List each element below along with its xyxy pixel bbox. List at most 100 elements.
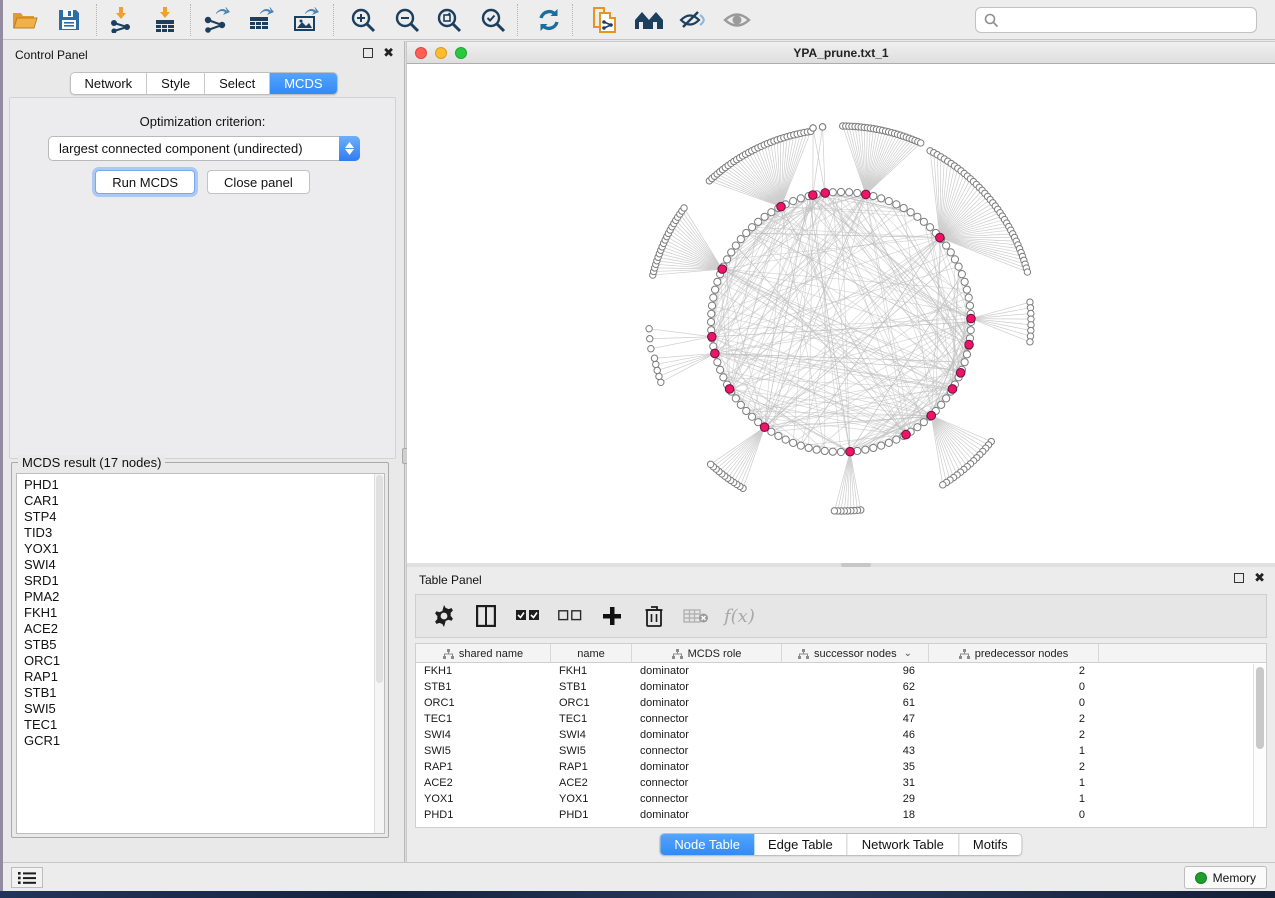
table-cell[interactable]: dominator (632, 809, 782, 821)
table-cell[interactable]: YOX1 (551, 793, 632, 805)
table-cell[interactable]: SWI4 (551, 729, 632, 741)
table-cell[interactable]: 2 (929, 713, 1099, 725)
close-panel-icon[interactable]: ✖ (1254, 573, 1265, 583)
table-row[interactable]: STB1STB1dominator620 (416, 679, 1266, 695)
table-row[interactable]: TEC1TEC1connector472 (416, 711, 1266, 727)
table-cell[interactable]: 18 (782, 809, 929, 821)
column-header-predecessor-nodes[interactable]: predecessor nodes (929, 644, 1099, 663)
export-image-icon[interactable] (287, 4, 325, 36)
list-item[interactable]: STP4 (24, 509, 384, 525)
zoom-out-icon[interactable] (388, 4, 426, 36)
table-row[interactable]: SWI4SWI4dominator462 (416, 727, 1266, 743)
float-panel-icon[interactable] (1234, 573, 1244, 583)
table-cell[interactable]: 0 (929, 809, 1099, 821)
memory-button[interactable]: Memory (1184, 866, 1267, 889)
window-minimize-icon[interactable] (435, 47, 447, 59)
task-history-button[interactable] (11, 867, 43, 888)
network-graph[interactable] (407, 64, 1275, 563)
search-box[interactable] (975, 7, 1257, 33)
window-close-icon[interactable] (415, 47, 427, 59)
settings-gear-icon[interactable] (430, 602, 458, 630)
table-cell[interactable]: 62 (782, 681, 929, 693)
import-network-icon[interactable] (102, 4, 140, 36)
add-column-icon[interactable] (598, 602, 626, 630)
table-cell[interactable]: 31 (782, 777, 929, 789)
table-cell[interactable]: FKH1 (551, 665, 632, 677)
export-network-icon[interactable] (197, 4, 235, 36)
function-builder-icon[interactable]: f(x) (724, 606, 755, 627)
unselect-all-icon[interactable] (556, 602, 584, 630)
column-header-shared-name[interactable]: shared name (416, 644, 551, 663)
export-table-icon[interactable] (242, 4, 280, 36)
list-item[interactable]: SWI4 (24, 557, 384, 573)
table-cell[interactable]: 1 (929, 793, 1099, 805)
table-cell[interactable]: 46 (782, 729, 929, 741)
tab-select[interactable]: Select (205, 73, 270, 94)
list-item[interactable]: ORC1 (24, 653, 384, 669)
table-cell[interactable]: dominator (632, 665, 782, 677)
table-cell[interactable]: dominator (632, 761, 782, 773)
refresh-icon[interactable] (530, 4, 568, 36)
table-cell[interactable]: 61 (782, 697, 929, 709)
table-cell[interactable]: dominator (632, 697, 782, 709)
table-row[interactable]: SWI5SWI5connector431 (416, 743, 1266, 759)
table-cell[interactable]: 0 (929, 697, 1099, 709)
import-table-icon[interactable] (146, 4, 184, 36)
table-cell[interactable]: ACE2 (551, 777, 632, 789)
list-item[interactable]: TEC1 (24, 717, 384, 733)
network-window-titlebar[interactable]: YPA_prune.txt_1 (407, 41, 1275, 64)
show-all-icon[interactable] (718, 4, 756, 36)
zoom-fit-icon[interactable] (430, 4, 468, 36)
list-item[interactable]: SWI5 (24, 701, 384, 717)
hide-selected-icon[interactable] (674, 4, 712, 36)
mcds-result-list[interactable]: PHD1CAR1STP4TID3YOX1SWI4SRD1PMA2FKH1ACE2… (16, 473, 385, 834)
list-item[interactable]: FKH1 (24, 605, 384, 621)
list-item[interactable]: RAP1 (24, 669, 384, 685)
table-cell[interactable]: RAP1 (551, 761, 632, 773)
tab-node-table[interactable]: Node Table (660, 834, 754, 855)
table-cell[interactable]: SWI4 (416, 729, 551, 741)
table-row[interactable]: ORC1ORC1dominator610 (416, 695, 1266, 711)
table-cell[interactable]: 29 (782, 793, 929, 805)
float-panel-icon[interactable] (363, 48, 373, 58)
column-header-mcds-role[interactable]: MCDS role (632, 644, 782, 663)
table-cell[interactable]: 2 (929, 665, 1099, 677)
zoom-selected-icon[interactable] (474, 4, 512, 36)
list-item[interactable]: GCR1 (24, 733, 384, 749)
run-mcds-button[interactable]: Run MCDS (95, 170, 195, 194)
window-maximize-icon[interactable] (455, 47, 467, 59)
table-cell[interactable]: 0 (929, 681, 1099, 693)
table-cell[interactable]: connector (632, 745, 782, 757)
list-item[interactable]: ACE2 (24, 621, 384, 637)
table-cell[interactable]: 1 (929, 777, 1099, 789)
table-cell[interactable]: connector (632, 713, 782, 725)
tab-network[interactable]: Network (70, 73, 147, 94)
first-neighbors-icon[interactable] (630, 4, 668, 36)
tab-edge-table[interactable]: Edge Table (754, 834, 848, 855)
table-cell[interactable]: connector (632, 777, 782, 789)
table-cell[interactable]: STB1 (416, 681, 551, 693)
table-cell[interactable]: 96 (782, 665, 929, 677)
table-cell[interactable]: TEC1 (551, 713, 632, 725)
table-cell[interactable]: 2 (929, 729, 1099, 741)
table-cell[interactable]: TEC1 (416, 713, 551, 725)
open-file-icon[interactable] (6, 4, 44, 36)
delete-column-icon[interactable] (640, 602, 668, 630)
table-cell[interactable]: ORC1 (551, 697, 632, 709)
network-canvas[interactable] (407, 64, 1275, 563)
list-item[interactable]: PHD1 (24, 477, 384, 493)
tab-network-table[interactable]: Network Table (848, 834, 959, 855)
table-cell[interactable]: dominator (632, 681, 782, 693)
table-cell[interactable]: FKH1 (416, 665, 551, 677)
list-item[interactable]: YOX1 (24, 541, 384, 557)
table-cell[interactable]: RAP1 (416, 761, 551, 773)
table-cell[interactable]: 2 (929, 761, 1099, 773)
table-row[interactable]: PHD1PHD1dominator180 (416, 807, 1266, 823)
tab-style[interactable]: Style (147, 73, 205, 94)
table-cell[interactable]: 1 (929, 745, 1099, 757)
copy-network-icon[interactable] (586, 4, 624, 36)
table-cell[interactable]: PHD1 (551, 809, 632, 821)
list-item[interactable]: PMA2 (24, 589, 384, 605)
table-cell[interactable]: SWI5 (416, 745, 551, 757)
table-cell[interactable]: YOX1 (416, 793, 551, 805)
